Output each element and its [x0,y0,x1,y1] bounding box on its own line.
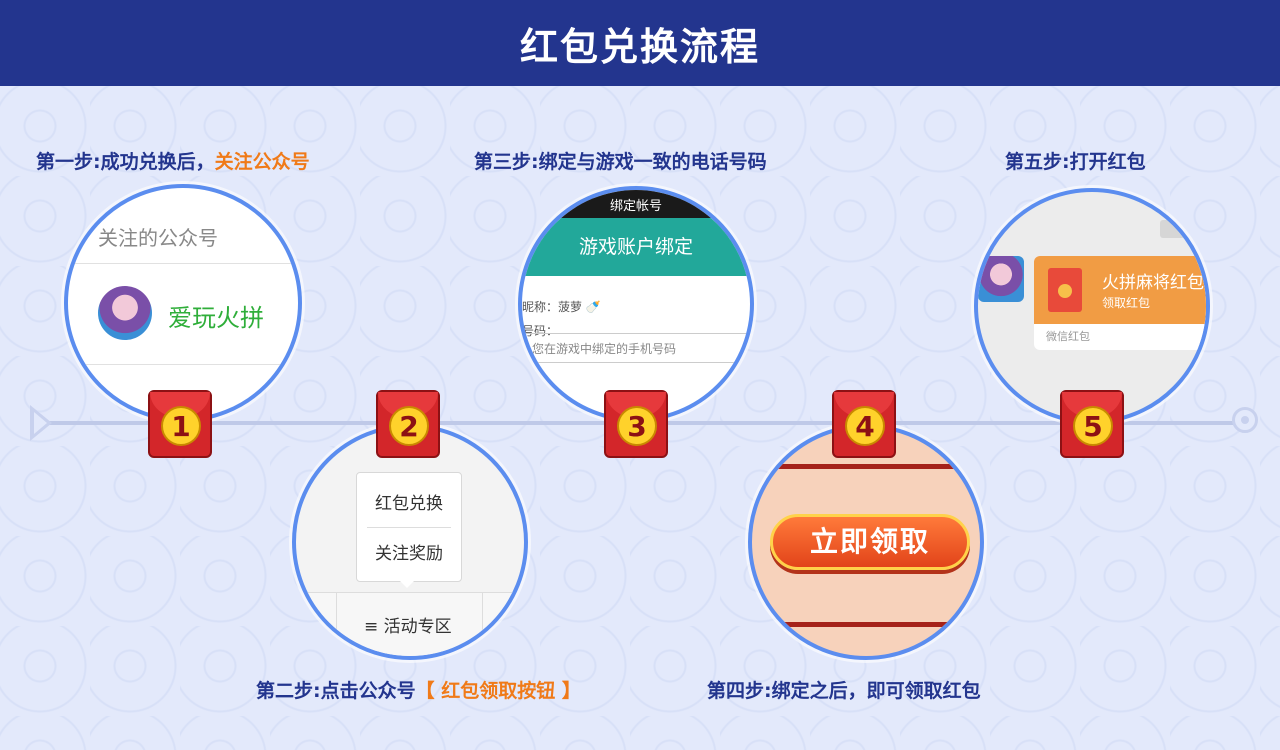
decor-band [752,622,980,627]
step-1-number: 1 [161,406,201,446]
step-4-badge: 4 [832,390,896,458]
step-5-text: 第五步:打开红包 [1005,147,1146,174]
red-packet-footer: 微信红包 [1046,330,1090,343]
menu-item-follow-reward: 关注奖励 [375,544,443,564]
timeline-end-dot-icon [1232,407,1258,433]
step-5-badge: 5 [1060,390,1124,458]
step-2-text: 第二步:点击公众号【 红包领取按钮 】 [256,676,581,703]
menu-item-redpacket-exchange: 红包兑换 [375,494,443,514]
step-4-number: 4 [845,406,885,446]
step-1-badge: 1 [148,390,212,458]
step-1-screenshot-circle: 关注的公众号 爱玩火拼 [64,184,302,422]
decor-band [752,464,980,469]
divider [68,263,298,264]
step-2-badge: 2 [376,390,440,458]
step-3-badge: 3 [604,390,668,458]
account-name: 爱玩火拼 [168,304,264,332]
step-3-prefix: 第三步:绑定与游戏一致的电话号码 [474,151,767,173]
step-3-text: 第三步:绑定与游戏一致的电话号码 [474,147,767,174]
page-title: 红包兑换流程 [519,24,760,69]
step-3-screenshot-circle: 绑定帐号 游戏账户绑定 昵称：菠萝 🍼 号码： 您在游戏中绑定的手机号码 [518,186,754,422]
menu-bar-item-activity-zone: ≡ 活动专区 [364,617,452,637]
red-packet-subtitle: 领取红包 [1102,296,1151,310]
timestamp-chip [1160,220,1200,238]
step-4-prefix: 第四步:绑定之后，即可领取红包 [707,680,981,702]
bind-account-header: 游戏账户绑定 [522,218,750,276]
step-5-screenshot-circle: 火拼麻将红包 领取红包 微信红包 [974,188,1210,424]
header-bar: 红包兑换流程 [0,0,1280,86]
timeline-start-arrow-inner [34,412,47,434]
claim-now-button: 立即领取 [770,514,970,570]
step-5-number: 5 [1073,406,1113,446]
step-2-prefix: 第二步:点击公众号 [256,680,416,702]
step-2-highlight: 【 红包领取按钮 】 [415,680,581,702]
step-4-text: 第四步:绑定之后，即可领取红包 [707,676,981,703]
sender-avatar [978,256,1024,302]
step-4-screenshot-circle: 立即领取 [748,424,984,660]
step-3-number: 3 [617,406,657,446]
followed-accounts-label: 关注的公众号 [98,226,218,250]
official-account-menu: 红包兑换 关注奖励 [356,472,462,582]
step-1-highlight: 关注公众号 [214,151,310,173]
account-avatar [98,286,152,340]
menu-pointer [399,580,415,588]
red-envelope-icon [1048,268,1082,312]
phone-input: 您在游戏中绑定的手机号码 [522,333,750,363]
step-5-prefix: 第五步:打开红包 [1005,151,1146,173]
red-packet-title: 火拼麻将红包 [1102,273,1204,293]
red-packet-card: 火拼麻将红包 领取红包 微信红包 [1034,256,1206,350]
menu-bar-divider [482,592,483,656]
step-1-text: 第一步:成功兑换后，关注公众号 [36,147,310,174]
step-2-number: 2 [389,406,429,446]
menu-bar-divider [336,592,337,656]
step-2-screenshot-circle: 红包兑换 关注奖励 ≡ 活动专区 [292,424,528,660]
menu-divider [367,527,451,528]
nickname-row: 昵称：菠萝 🍼 [522,300,601,314]
divider [68,364,298,365]
step-1-prefix: 第一步:成功兑换后， [36,151,215,173]
bind-account-topbar: 绑定帐号 [522,190,750,218]
